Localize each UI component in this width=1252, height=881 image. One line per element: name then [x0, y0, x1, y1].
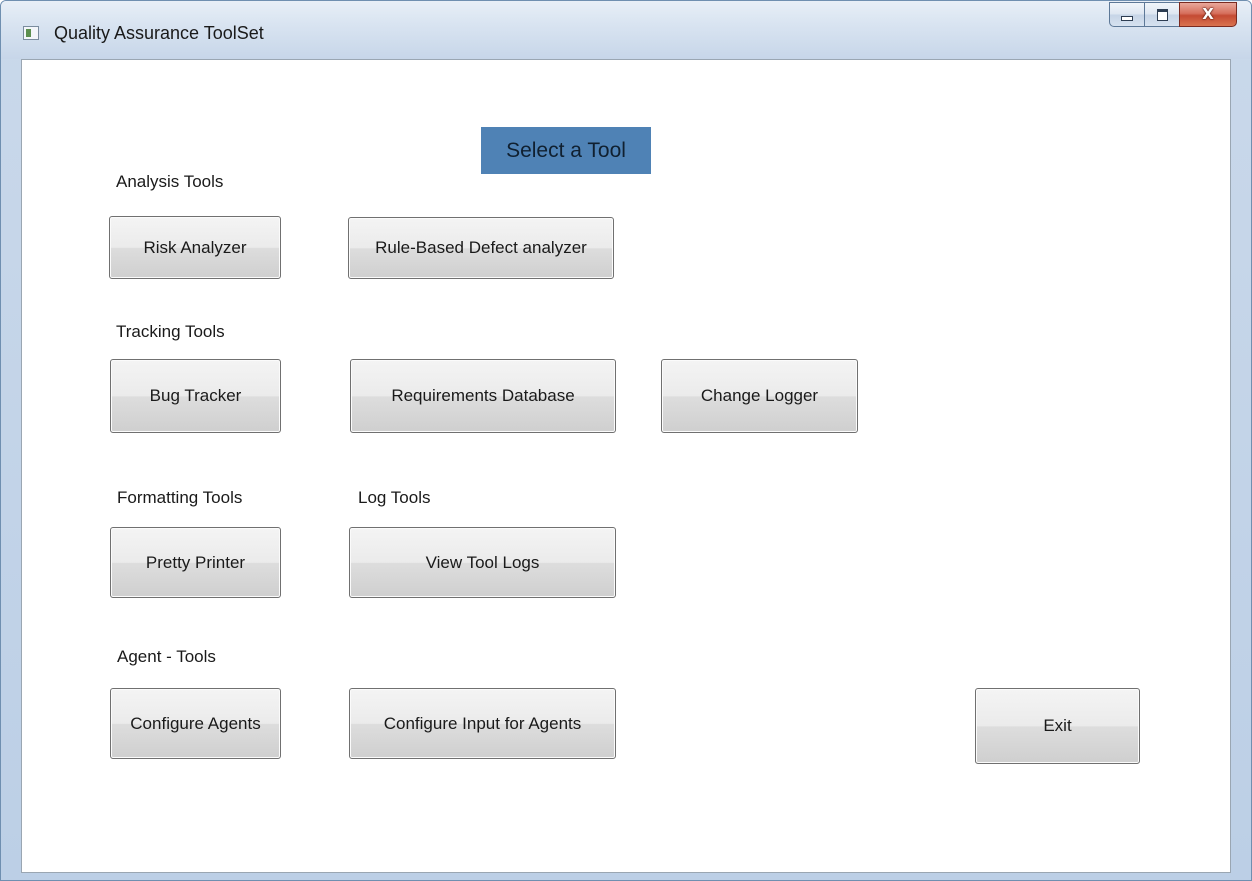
- analysis-tools-label: Analysis Tools: [116, 172, 224, 191]
- app-window: Quality Assurance ToolSet X Select a Too…: [0, 0, 1252, 881]
- maximize-button[interactable]: [1144, 2, 1179, 27]
- exit-button[interactable]: Exit: [975, 688, 1140, 764]
- rule-based-defect-analyzer-button[interactable]: Rule-Based Defect analyzer: [348, 217, 614, 279]
- risk-analyzer-button[interactable]: Risk Analyzer: [109, 216, 281, 279]
- formatting-tools-label: Formatting Tools: [117, 488, 243, 507]
- close-button[interactable]: X: [1179, 2, 1237, 27]
- minimize-icon: [1121, 16, 1133, 21]
- change-logger-button[interactable]: Change Logger: [661, 359, 858, 433]
- pretty-printer-button[interactable]: Pretty Printer: [110, 527, 281, 598]
- window-controls: X: [1109, 2, 1237, 27]
- main-panel: Select a Tool Analysis Tools Risk Analyz…: [21, 59, 1231, 873]
- maximize-icon: [1156, 8, 1168, 21]
- minimize-button[interactable]: [1109, 2, 1144, 27]
- select-tool-heading: Select a Tool: [481, 127, 651, 174]
- app-icon[interactable]: [23, 26, 39, 40]
- configure-input-for-agents-button[interactable]: Configure Input for Agents: [349, 688, 616, 759]
- agent-tools-label: Agent - Tools: [117, 647, 216, 666]
- title-bar[interactable]: Quality Assurance ToolSet X: [1, 1, 1251, 59]
- close-icon: X: [1202, 5, 1214, 23]
- view-tool-logs-button[interactable]: View Tool Logs: [349, 527, 616, 598]
- configure-agents-button[interactable]: Configure Agents: [110, 688, 281, 759]
- requirements-database-button[interactable]: Requirements Database: [350, 359, 616, 433]
- tracking-tools-label: Tracking Tools: [116, 322, 225, 341]
- window-title: Quality Assurance ToolSet: [54, 23, 264, 43]
- log-tools-label: Log Tools: [358, 488, 431, 507]
- bug-tracker-button[interactable]: Bug Tracker: [110, 359, 281, 433]
